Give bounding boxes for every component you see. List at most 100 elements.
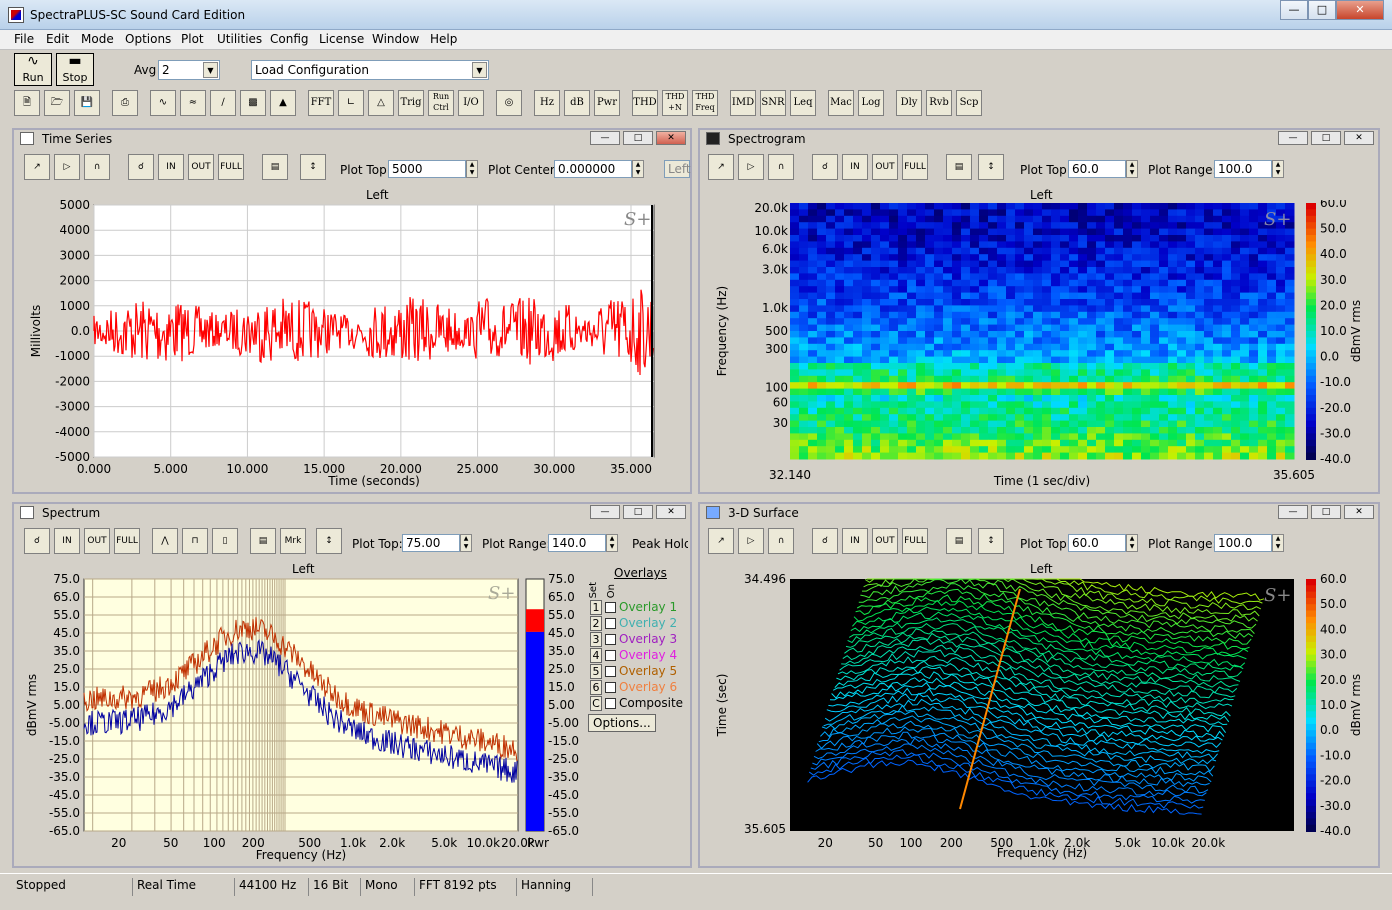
peak-icon[interactable]: ∩ xyxy=(768,528,794,554)
close-icon[interactable]: ✕ xyxy=(656,505,686,519)
fft-button[interactable]: FFT xyxy=(308,90,334,116)
io-button[interactable]: I/O xyxy=(458,90,484,116)
spectrum-view-icon[interactable]: ≈ xyxy=(180,90,206,116)
overlay-set-button[interactable]: C xyxy=(590,696,602,711)
list-icon[interactable]: ▤ xyxy=(250,528,276,554)
overlay-set-button[interactable]: 3 xyxy=(590,632,602,647)
zoom-in-2x-icon[interactable]: IN xyxy=(54,528,80,554)
zoom-out-full-icon[interactable]: FULL xyxy=(902,528,928,554)
stop-button[interactable]: ▬ Stop xyxy=(56,53,94,86)
minimize-icon[interactable]: — xyxy=(1278,131,1308,145)
spin-icon[interactable]: ▲ ▼ xyxy=(1272,160,1284,178)
zoom-in-2x-icon[interactable]: IN xyxy=(842,528,868,554)
overlay-row[interactable]: 5 Overlay 5 xyxy=(590,664,677,679)
menu-utilities[interactable]: Utilities xyxy=(217,32,262,46)
phase-icon[interactable]: ∕ xyxy=(210,90,236,116)
pointer-icon[interactable]: ↗ xyxy=(708,528,734,554)
plot-top-input[interactable]: 75.00 xyxy=(402,534,460,552)
plot-top-input[interactable]: 5000 xyxy=(388,160,466,178)
step-plot-icon[interactable]: ⊓ xyxy=(182,528,208,554)
list-icon[interactable]: ▤ xyxy=(946,528,972,554)
new-icon[interactable]: 🗎 xyxy=(14,90,40,116)
zoom-out-2x-icon[interactable]: OUT xyxy=(188,154,214,180)
thd-freq-button[interactable]: THD Freq xyxy=(692,90,718,116)
log-button[interactable]: Log xyxy=(858,90,884,116)
spin-icon[interactable]: ▲ ▼ xyxy=(1126,534,1138,552)
pointer-icon[interactable]: ↗ xyxy=(708,154,734,180)
imd-button[interactable]: IMD xyxy=(730,90,756,116)
list-icon[interactable]: ▤ xyxy=(262,154,288,180)
overlay-row[interactable]: 1 Overlay 1 xyxy=(590,600,677,615)
avg-select[interactable]: 2 ▼ xyxy=(158,60,220,80)
bar-plot-icon[interactable]: ▯ xyxy=(212,528,238,554)
generator-icon[interactable]: △ xyxy=(368,90,394,116)
axis-icon[interactable]: ∟ xyxy=(338,90,364,116)
menu-edit[interactable]: Edit xyxy=(46,32,69,46)
overlay-set-button[interactable]: 6 xyxy=(590,680,602,695)
time-series-icon[interactable]: ∿ xyxy=(150,90,176,116)
overlay-row[interactable]: C Composite xyxy=(590,696,683,711)
maximize-icon[interactable]: □ xyxy=(623,131,653,145)
overlay-set-button[interactable]: 5 xyxy=(590,664,602,679)
peak-hold-label[interactable]: Peak Hold xyxy=(632,537,688,551)
overlay-checkbox[interactable] xyxy=(605,602,616,613)
close-icon[interactable]: ✕ xyxy=(1344,131,1374,145)
maximize-icon[interactable]: □ xyxy=(1308,0,1336,20)
maximize-icon[interactable]: □ xyxy=(623,505,653,519)
plot-range-input[interactable]: 100.0 xyxy=(1214,534,1272,552)
overlay-checkbox[interactable] xyxy=(605,682,616,693)
minimize-icon[interactable]: — xyxy=(590,505,620,519)
zoom-out-2x-icon[interactable]: OUT xyxy=(872,528,898,554)
zoom-out-2x-icon[interactable]: OUT xyxy=(872,154,898,180)
speaker-icon[interactable]: ▷ xyxy=(738,154,764,180)
run-button[interactable]: ∿ Run xyxy=(14,53,52,86)
plot-range-input[interactable]: 100.0 xyxy=(1214,160,1272,178)
speaker-icon[interactable]: ▷ xyxy=(738,528,764,554)
marker-button[interactable]: Mrk xyxy=(280,528,306,554)
overlay-set-button[interactable]: 1 xyxy=(590,600,602,615)
zoom-out-full-icon[interactable]: FULL xyxy=(902,154,928,180)
scale-icon[interactable]: ↕ xyxy=(978,528,1004,554)
menu-window[interactable]: Window xyxy=(372,32,419,46)
menu-mode[interactable]: Mode xyxy=(81,32,114,46)
speaker-icon[interactable]: ▷ xyxy=(54,154,80,180)
scp-button[interactable]: Scp xyxy=(956,90,982,116)
overlay-checkbox[interactable] xyxy=(605,698,616,709)
maximize-icon[interactable]: □ xyxy=(1311,131,1341,145)
minimize-icon[interactable]: — xyxy=(590,131,620,145)
menu-file[interactable]: File xyxy=(14,32,34,46)
pwr-button[interactable]: Pwr xyxy=(594,90,620,116)
close-icon[interactable]: ✕ xyxy=(656,131,686,145)
overlay-set-button[interactable]: 4 xyxy=(590,648,602,663)
signal-generator-icon[interactable]: ◎ xyxy=(496,90,522,116)
overlay-checkbox[interactable] xyxy=(605,618,616,629)
spectrogram-view-icon[interactable]: ▩ xyxy=(240,90,266,116)
close-icon[interactable]: ✕ xyxy=(1336,0,1384,20)
zoom-out-2x-icon[interactable]: OUT xyxy=(84,528,110,554)
left-channel-button[interactable]: Left xyxy=(664,160,691,178)
overlay-checkbox[interactable] xyxy=(605,666,616,677)
menu-help[interactable]: Help xyxy=(430,32,457,46)
trig-button[interactable]: Trig xyxy=(398,90,424,116)
peak-icon[interactable]: ∩ xyxy=(768,154,794,180)
overlay-checkbox[interactable] xyxy=(605,650,616,661)
zoom-icon[interactable]: ☌ xyxy=(128,154,154,180)
scale-icon[interactable]: ↕ xyxy=(978,154,1004,180)
mac-button[interactable]: Mac xyxy=(828,90,854,116)
save-icon[interactable]: 💾 xyxy=(74,90,100,116)
menu-plot[interactable]: Plot xyxy=(181,32,204,46)
thd-n-button[interactable]: THD +N xyxy=(662,90,688,116)
line-plot-icon[interactable]: ⋀ xyxy=(152,528,178,554)
overlay-row[interactable]: 3 Overlay 3 xyxy=(590,632,677,647)
spin-icon[interactable]: ▲ ▼ xyxy=(1272,534,1284,552)
spin-icon[interactable]: ▲ ▼ xyxy=(466,160,478,178)
plot-top-input[interactable]: 60.0 xyxy=(1068,534,1126,552)
rvb-button[interactable]: Rvb xyxy=(926,90,952,116)
open-icon[interactable]: 🗁 xyxy=(44,90,70,116)
close-icon[interactable]: ✕ xyxy=(1344,505,1374,519)
surface-view-icon[interactable]: ▲ xyxy=(270,90,296,116)
dly-button[interactable]: Dly xyxy=(896,90,922,116)
plot-range-input[interactable]: 140.0 xyxy=(548,534,606,552)
load-configuration-select[interactable]: Load Configuration ▼ xyxy=(251,60,489,80)
overlay-row[interactable]: 6 Overlay 6 xyxy=(590,680,677,695)
